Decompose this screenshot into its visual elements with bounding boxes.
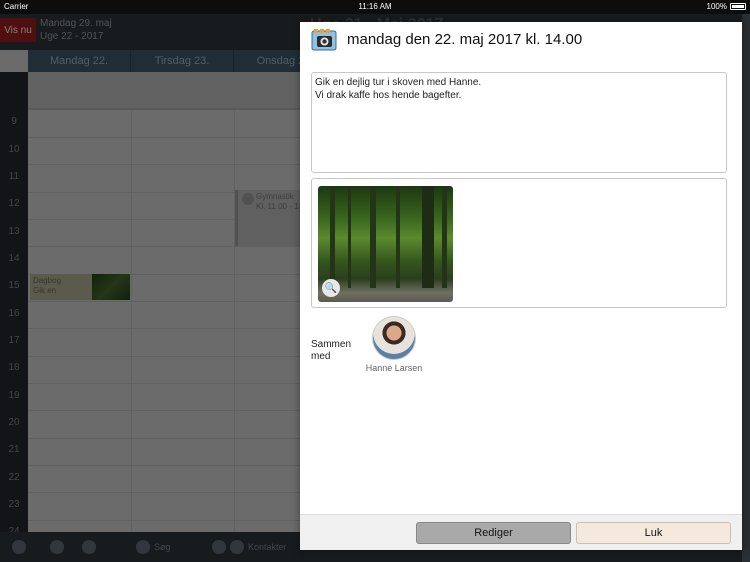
diary-note-textarea[interactable]: Gik en dejlig tur i skoven med Hanne. Vi… [311,72,727,173]
battery-percent: 100% [706,2,727,11]
dialog-footer: Rediger Luk [300,514,742,550]
photo-container: 🔍 [311,178,727,308]
dialog-header: mandag den 22. maj 2017 kl. 14.00 [300,22,742,58]
edit-button[interactable]: Rediger [416,522,571,544]
together-with-label: Sammen med [311,339,352,362]
screen-edge [742,14,750,562]
battery-indicator: 100% [707,2,746,11]
dialog-title: mandag den 22. maj 2017 kl. 14.00 [347,31,583,48]
clock: 11:16 AM [358,2,392,11]
close-button[interactable]: Luk [576,522,731,544]
diary-entry-dialog: mandag den 22. maj 2017 kl. 14.00 Gik en… [300,22,742,550]
diary-camera-icon [311,29,337,51]
avatar [372,316,416,360]
zoom-icon[interactable]: 🔍 [322,279,340,297]
status-bar: Carrier 11:16 AM 100% [0,0,750,14]
battery-icon [730,3,746,10]
diary-photo[interactable]: 🔍 [318,186,453,302]
person-name: Hanne Larsen [365,363,423,373]
